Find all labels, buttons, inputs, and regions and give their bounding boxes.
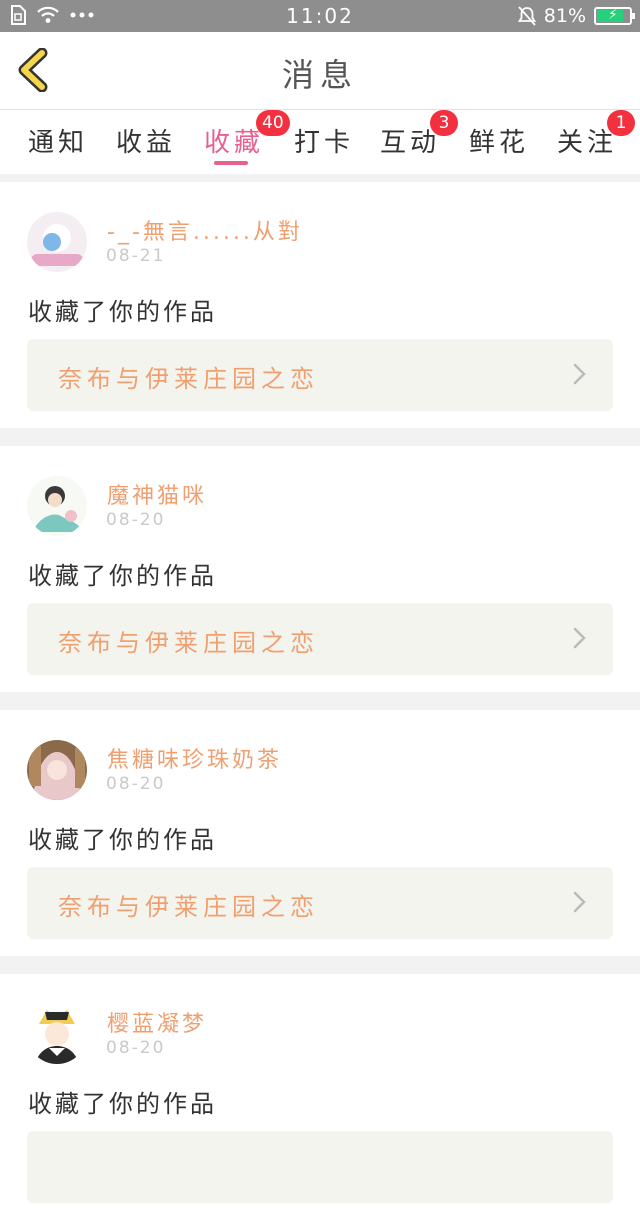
chevron-right-icon <box>573 891 586 913</box>
message-text: 收藏了你的作品 <box>28 1090 217 1118</box>
message-card: 魔神猫咪 08-20 收藏了你的作品 奈布与伊莱庄园之恋 <box>0 446 640 692</box>
username[interactable]: 樱蓝凝梦 <box>107 1006 207 1038</box>
avatar[interactable] <box>27 476 87 536</box>
work-link[interactable]: 奈布与伊莱庄园之恋 <box>27 603 613 675</box>
tab-interactions[interactable]: 互动 3 <box>380 110 458 159</box>
work-link[interactable]: 奈布与伊莱庄园之恋 <box>27 867 613 939</box>
tab-bar: 通知 收益 收藏 40 打卡 互动 3 鲜花 关注 1 <box>0 110 640 174</box>
work-link[interactable]: 奈布与伊莱庄园之恋 <box>27 339 613 411</box>
username[interactable]: 魔神猫咪 <box>107 478 207 510</box>
favorites-count-badge: 40 <box>256 110 290 136</box>
bell-muted-icon <box>517 6 536 26</box>
username[interactable]: 焦糖味珍珠奶茶 <box>107 742 282 774</box>
work-link[interactable] <box>27 1131 613 1203</box>
message-text: 收藏了你的作品 <box>28 826 217 854</box>
status-bar: 11:02 81% ⚡ <box>0 0 640 32</box>
tab-checkin[interactable]: 打卡 <box>294 122 354 159</box>
message-date: 08-20 <box>106 1038 166 1058</box>
tab-favorites[interactable]: 收藏 40 <box>204 110 290 159</box>
message-date: 08-21 <box>106 246 166 266</box>
work-title: 奈布与伊莱庄园之恋 <box>58 893 319 921</box>
message-text: 收藏了你的作品 <box>28 562 217 590</box>
chevron-right-icon <box>573 363 586 385</box>
work-title: 奈布与伊莱庄园之恋 <box>58 629 319 657</box>
tab-following[interactable]: 关注 1 <box>557 110 635 159</box>
avatar[interactable] <box>27 740 87 800</box>
avatar[interactable] <box>27 212 87 272</box>
message-text: 收藏了你的作品 <box>28 298 217 326</box>
nav-bar: 消息 <box>0 32 640 110</box>
battery-icon: ⚡ <box>594 7 635 25</box>
chevron-right-icon <box>573 627 586 649</box>
message-card: 樱蓝凝梦 08-20 收藏了你的作品 <box>0 974 640 1220</box>
page-title: 消息 <box>281 56 358 94</box>
message-card: -_-無言......从對 08-21 收藏了你的作品 奈布与伊莱庄园之恋 <box>0 182 640 428</box>
following-count-badge: 1 <box>607 110 635 136</box>
username[interactable]: -_-無言......从對 <box>107 214 303 246</box>
work-title: 奈布与伊莱庄园之恋 <box>58 365 319 393</box>
active-tab-indicator <box>214 161 248 165</box>
message-card: 焦糖味珍珠奶茶 08-20 收藏了你的作品 奈布与伊莱庄园之恋 <box>0 710 640 956</box>
tab-earnings[interactable]: 收益 <box>116 122 176 159</box>
tab-flowers[interactable]: 鲜花 <box>469 122 529 159</box>
message-date: 08-20 <box>106 774 166 794</box>
avatar[interactable] <box>27 1004 87 1064</box>
interactions-count-badge: 3 <box>430 110 458 136</box>
tab-notifications[interactable]: 通知 <box>28 122 88 159</box>
message-date: 08-20 <box>106 510 166 530</box>
battery-percent: 81% <box>543 5 586 27</box>
